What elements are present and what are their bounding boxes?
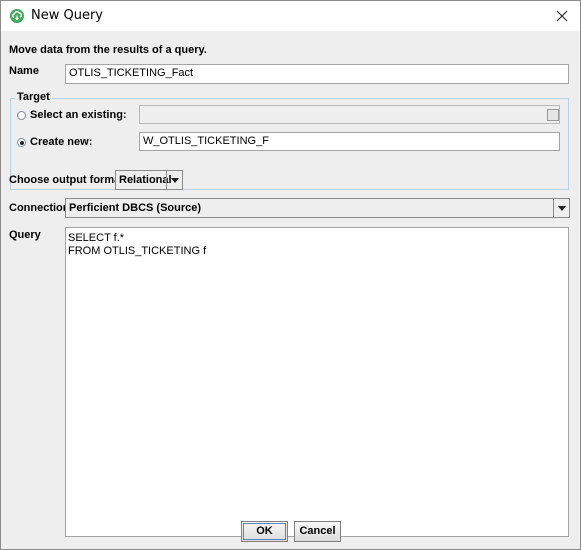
close-icon[interactable] — [551, 5, 573, 27]
chevron-down-icon — [553, 199, 569, 217]
name-label: Name — [9, 65, 39, 77]
create-new-field[interactable]: W_OTLIS_TICKETING_F — [139, 132, 560, 151]
connection-label: Connection: — [9, 202, 74, 214]
intro-text: Move data from the results of a query. — [9, 44, 207, 56]
select-existing-radio[interactable] — [17, 111, 26, 120]
radio-selected-dot — [19, 140, 24, 145]
output-format-label: Choose output format: — [9, 174, 128, 186]
create-new-radio[interactable] — [17, 138, 26, 147]
cancel-button[interactable]: Cancel — [294, 521, 341, 542]
browse-icon[interactable] — [547, 109, 559, 121]
query-line: SELECT f.* — [68, 232, 125, 244]
output-format-value: Relational — [119, 174, 172, 186]
connection-value: Perficient DBCS (Source) — [69, 202, 202, 214]
connection-select[interactable]: Perficient DBCS (Source) — [65, 198, 570, 218]
dialog-content: Move data from the results of a query. N… — [1, 31, 580, 549]
create-new-label: Create new: — [30, 136, 93, 148]
name-field[interactable]: OTLIS_TICKETING_Fact — [65, 64, 569, 84]
output-format-select[interactable]: Relational — [115, 170, 183, 190]
query-line: FROM OTLIS_TICKETING f — [68, 245, 207, 257]
query-label: Query — [9, 229, 41, 241]
chevron-down-icon — [166, 171, 182, 189]
ok-button[interactable]: OK — [241, 521, 288, 542]
target-group-title: Target — [15, 91, 52, 103]
select-existing-label: Select an existing: — [30, 109, 127, 121]
app-icon — [10, 9, 24, 23]
window-title: New Query — [31, 8, 103, 23]
existing-target-field — [139, 105, 560, 124]
new-query-dialog: New Query Move data from the results of … — [0, 0, 581, 550]
title-bar: New Query — [1, 1, 580, 31]
query-editor[interactable]: SELECT f.* FROM OTLIS_TICKETING f — [65, 227, 569, 537]
